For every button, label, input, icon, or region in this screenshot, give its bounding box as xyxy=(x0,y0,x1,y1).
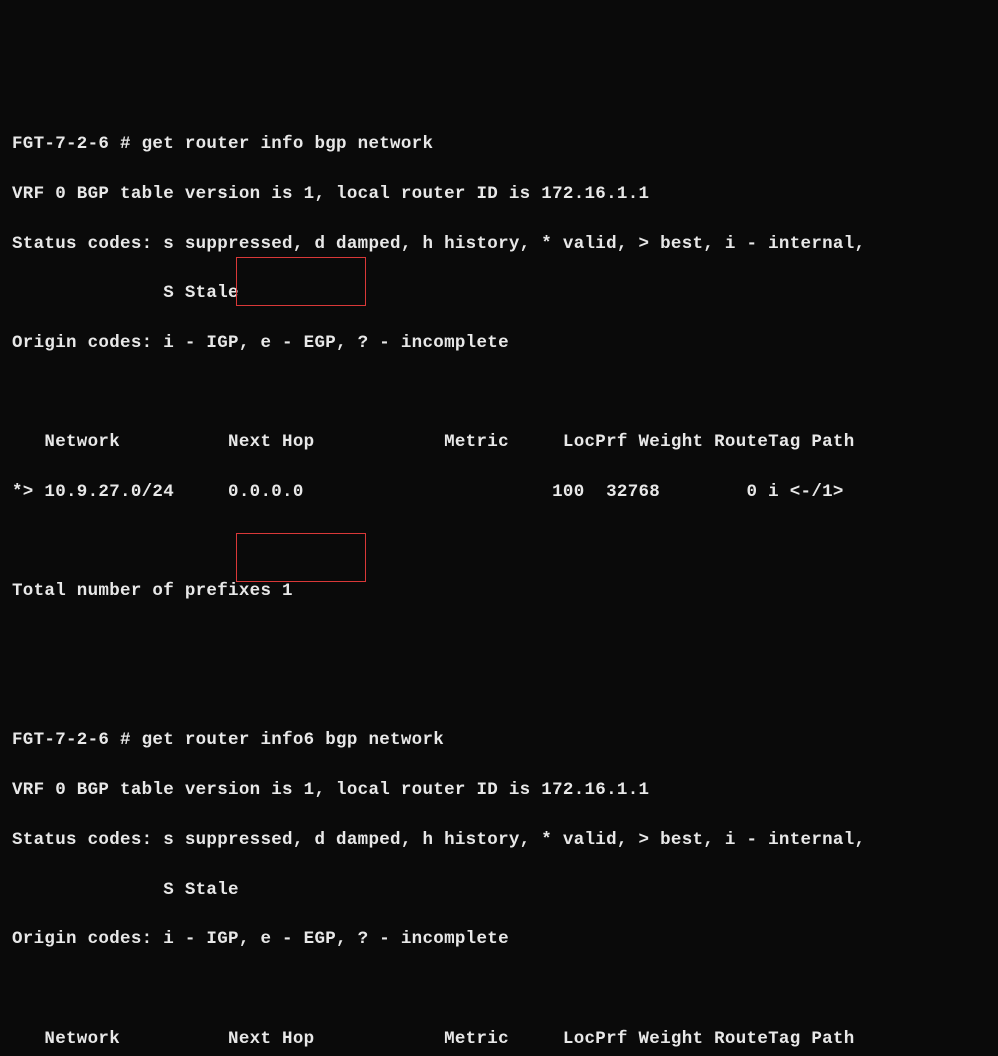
cmd-line-2: FGT-7-2-6 # get router info6 bgp network xyxy=(12,728,986,753)
terminal-output: FGT-7-2-6 # get router info bgp network … xyxy=(12,107,986,1056)
blank-2a xyxy=(12,977,986,1002)
status-codes-line2-1: S Stale xyxy=(12,281,986,306)
table-row-1: *> 10.9.27.0/24 0.0.0.0 100 32768 0 i <-… xyxy=(12,480,986,505)
table-header-2: Network Next Hop Metric LocPrf Weight Ro… xyxy=(12,1027,986,1052)
blank-1a xyxy=(12,381,986,406)
cmd-line-1: FGT-7-2-6 # get router info bgp network xyxy=(12,132,986,157)
total-prefixes-1: Total number of prefixes 1 xyxy=(12,579,986,604)
blank-sep2 xyxy=(12,679,986,704)
status-codes-line2-2: S Stale xyxy=(12,878,986,903)
origin-codes-1: Origin codes: i - IGP, e - EGP, ? - inco… xyxy=(12,331,986,356)
status-codes-line1-1: Status codes: s suppressed, d damped, h … xyxy=(12,232,986,257)
vrf-line-1: VRF 0 BGP table version is 1, local rout… xyxy=(12,182,986,207)
vrf-line-2: VRF 0 BGP table version is 1, local rout… xyxy=(12,778,986,803)
blank-1b xyxy=(12,530,986,555)
origin-codes-2: Origin codes: i - IGP, e - EGP, ? - inco… xyxy=(12,927,986,952)
table-header-1: Network Next Hop Metric LocPrf Weight Ro… xyxy=(12,430,986,455)
status-codes-line1-2: Status codes: s suppressed, d damped, h … xyxy=(12,828,986,853)
blank-sep xyxy=(12,629,986,654)
